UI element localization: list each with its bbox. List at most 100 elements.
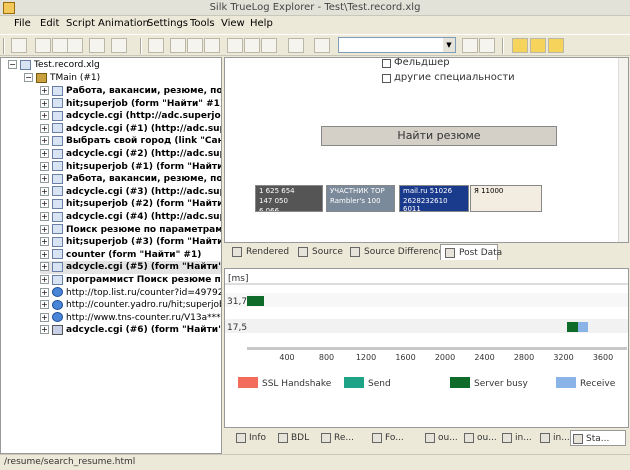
bottom-tab[interactable]: ou...: [462, 430, 498, 446]
expand-icon[interactable]: +: [40, 300, 49, 310]
menu-script[interactable]: Script: [66, 18, 95, 29]
tree-item[interactable]: + adcycle.cgi (#6) (form "Найти" #1: [40, 324, 221, 337]
log-file-icon: [20, 59, 31, 70]
tree-item[interactable]: + adcycle.cgi (#3) (http://adc.super: [40, 186, 221, 199]
find-input[interactable]: ▼: [338, 37, 456, 53]
bottom-tab-label: in...: [553, 433, 570, 443]
tree-item[interactable]: + Работа, вакансии, резюме, поиск: [40, 173, 221, 186]
expand-icon[interactable]: +: [40, 275, 49, 284]
find-prev-icon[interactable]: [479, 38, 495, 53]
bottom-tab[interactable]: in...: [500, 430, 536, 446]
expand-icon[interactable]: +: [40, 325, 49, 335]
checkbox-feldsher[interactable]: [382, 59, 391, 68]
page-last-icon[interactable]: [261, 38, 277, 53]
tree-item[interactable]: + http://www.tns-counter.ru/V13a***R%: [40, 312, 221, 325]
bottom-tab[interactable]: Re...: [319, 430, 367, 446]
expand-icon[interactable]: +: [40, 111, 49, 121]
tree-item[interactable]: + hit;superjob (#1) (form "Найти" #: [40, 161, 221, 174]
report-icon[interactable]: [548, 38, 564, 53]
zoom-out-icon[interactable]: [187, 38, 203, 53]
expand-icon[interactable]: +: [40, 262, 49, 272]
ad-banner[interactable]: УЧАСТНИК TOP Rambler's 100: [326, 185, 395, 212]
expand-icon[interactable]: +: [40, 98, 49, 108]
tree-item[interactable]: + adcycle.cgi (#5) (form "Найти" #1: [40, 261, 221, 275]
tree-item[interactable]: + adcycle.cgi (#1) (http://adc.super: [40, 123, 221, 136]
expand-icon[interactable]: +: [40, 249, 49, 259]
tree-root[interactable]: − Test.record.xlg: [8, 59, 100, 72]
tree-item[interactable]: + hit;superjob (#3) (form "Найти" #: [40, 236, 221, 249]
tree-item[interactable]: + adcycle.cgi (http://adc.superjob.ru: [40, 110, 221, 123]
compare-icon[interactable]: [89, 38, 105, 53]
expand-icon[interactable]: +: [40, 224, 49, 234]
menu-animation[interactable]: Animation: [98, 18, 149, 29]
zoom-icon[interactable]: [170, 38, 186, 53]
expand-icon[interactable]: +: [40, 287, 49, 297]
tree-item[interactable]: + http://top.list.ru/counter?id=49792;js=: [40, 287, 221, 300]
tree-item[interactable]: + Выбрать свой город (link "Санкт: [40, 135, 221, 148]
tab-post-data[interactable]: Post Data: [440, 244, 502, 260]
layout-icon[interactable]: [512, 38, 528, 53]
tree-main[interactable]: − TMain (#1): [24, 72, 100, 85]
tree-item[interactable]: + Поиск резюме по параметрам (lin: [40, 224, 221, 237]
collapse-icon[interactable]: −: [8, 60, 17, 69]
export-icon[interactable]: [530, 38, 546, 53]
expand-icon[interactable]: +: [40, 199, 49, 209]
menu-settings[interactable]: Settings: [147, 18, 188, 29]
expand-icon[interactable]: +: [40, 86, 49, 95]
menu-help[interactable]: Help: [250, 18, 273, 29]
tree-item[interactable]: + программист Поиск резюме по п: [40, 274, 221, 287]
ad-banner[interactable]: mail.ru 51026 2628232610 6011: [399, 185, 469, 212]
bottom-tab-label: ou...: [477, 433, 497, 443]
collapse-icon[interactable]: −: [24, 73, 33, 82]
menu-view[interactable]: View: [221, 18, 245, 29]
page-back-icon[interactable]: [227, 38, 243, 53]
view-icon[interactable]: [67, 38, 83, 53]
menu-file[interactable]: File: [14, 18, 31, 29]
tree-item[interactable]: + adcycle.cgi (#2) (http://adc.super: [40, 148, 221, 161]
book-icon[interactable]: [288, 38, 304, 53]
binoculars-icon[interactable]: [314, 38, 330, 53]
menu-edit[interactable]: Edit: [40, 18, 59, 29]
tree-item[interactable]: + http://counter.yadro.ru/hit;superjob?rh: [40, 299, 221, 312]
expand-icon[interactable]: +: [40, 237, 49, 247]
find-next-icon[interactable]: [462, 38, 478, 53]
differences-icon: [350, 247, 360, 257]
page-forward-icon[interactable]: [244, 38, 260, 53]
tab-source-differences[interactable]: Source Differences: [346, 244, 449, 260]
expand-icon[interactable]: +: [40, 312, 49, 322]
checkbox-other[interactable]: [382, 74, 391, 83]
bottom-tab[interactable]: Sta...: [570, 430, 626, 446]
tab-rendered[interactable]: Rendered: [228, 244, 292, 260]
menu-tools[interactable]: Tools: [190, 18, 215, 29]
bottom-tab[interactable]: Fo...: [370, 430, 420, 446]
tree-item[interactable]: + Работа, вакансии, резюме, поиск: [40, 85, 221, 98]
expand-icon[interactable]: +: [40, 174, 49, 184]
chevron-down-icon[interactable]: ▼: [443, 38, 455, 52]
tree-item[interactable]: + hit;superjob (form "Найти" #1): [40, 98, 221, 111]
save-icon[interactable]: [52, 38, 68, 53]
page-icon[interactable]: [204, 38, 220, 53]
expand-icon[interactable]: +: [40, 212, 49, 221]
bottom-tab[interactable]: in...: [538, 430, 570, 446]
expand-icon[interactable]: +: [40, 161, 49, 171]
open-icon[interactable]: [35, 38, 51, 53]
tree-item[interactable]: + hit;superjob (#2) (form "Найти" #: [40, 198, 221, 211]
timing-row-label: 17,5: [227, 323, 247, 333]
bottom-tab[interactable]: BDL: [276, 430, 316, 446]
bottom-tab[interactable]: ou...: [423, 430, 459, 446]
tree-item[interactable]: + counter (form "Найти" #1): [40, 249, 201, 262]
tab-source[interactable]: Source: [294, 244, 344, 260]
ad-banner[interactable]: 1 625 654 147 050 6 066: [255, 185, 323, 212]
ad-banner[interactable]: Я 11000: [470, 185, 542, 212]
expand-icon[interactable]: +: [40, 123, 49, 133]
tree-item[interactable]: + adcycle.cgi (#4) (http://adc.super: [40, 211, 221, 224]
settings-icon[interactable]: [111, 38, 127, 53]
expand-icon[interactable]: +: [40, 149, 49, 158]
vertical-scrollbar[interactable]: [618, 58, 628, 242]
find-resume-button[interactable]: Найти резюме: [321, 126, 557, 146]
bottom-tab[interactable]: Info: [234, 430, 274, 446]
hand-icon[interactable]: [148, 38, 164, 53]
expand-icon[interactable]: +: [40, 136, 49, 146]
expand-icon[interactable]: +: [40, 186, 49, 196]
new-icon[interactable]: [11, 38, 27, 53]
